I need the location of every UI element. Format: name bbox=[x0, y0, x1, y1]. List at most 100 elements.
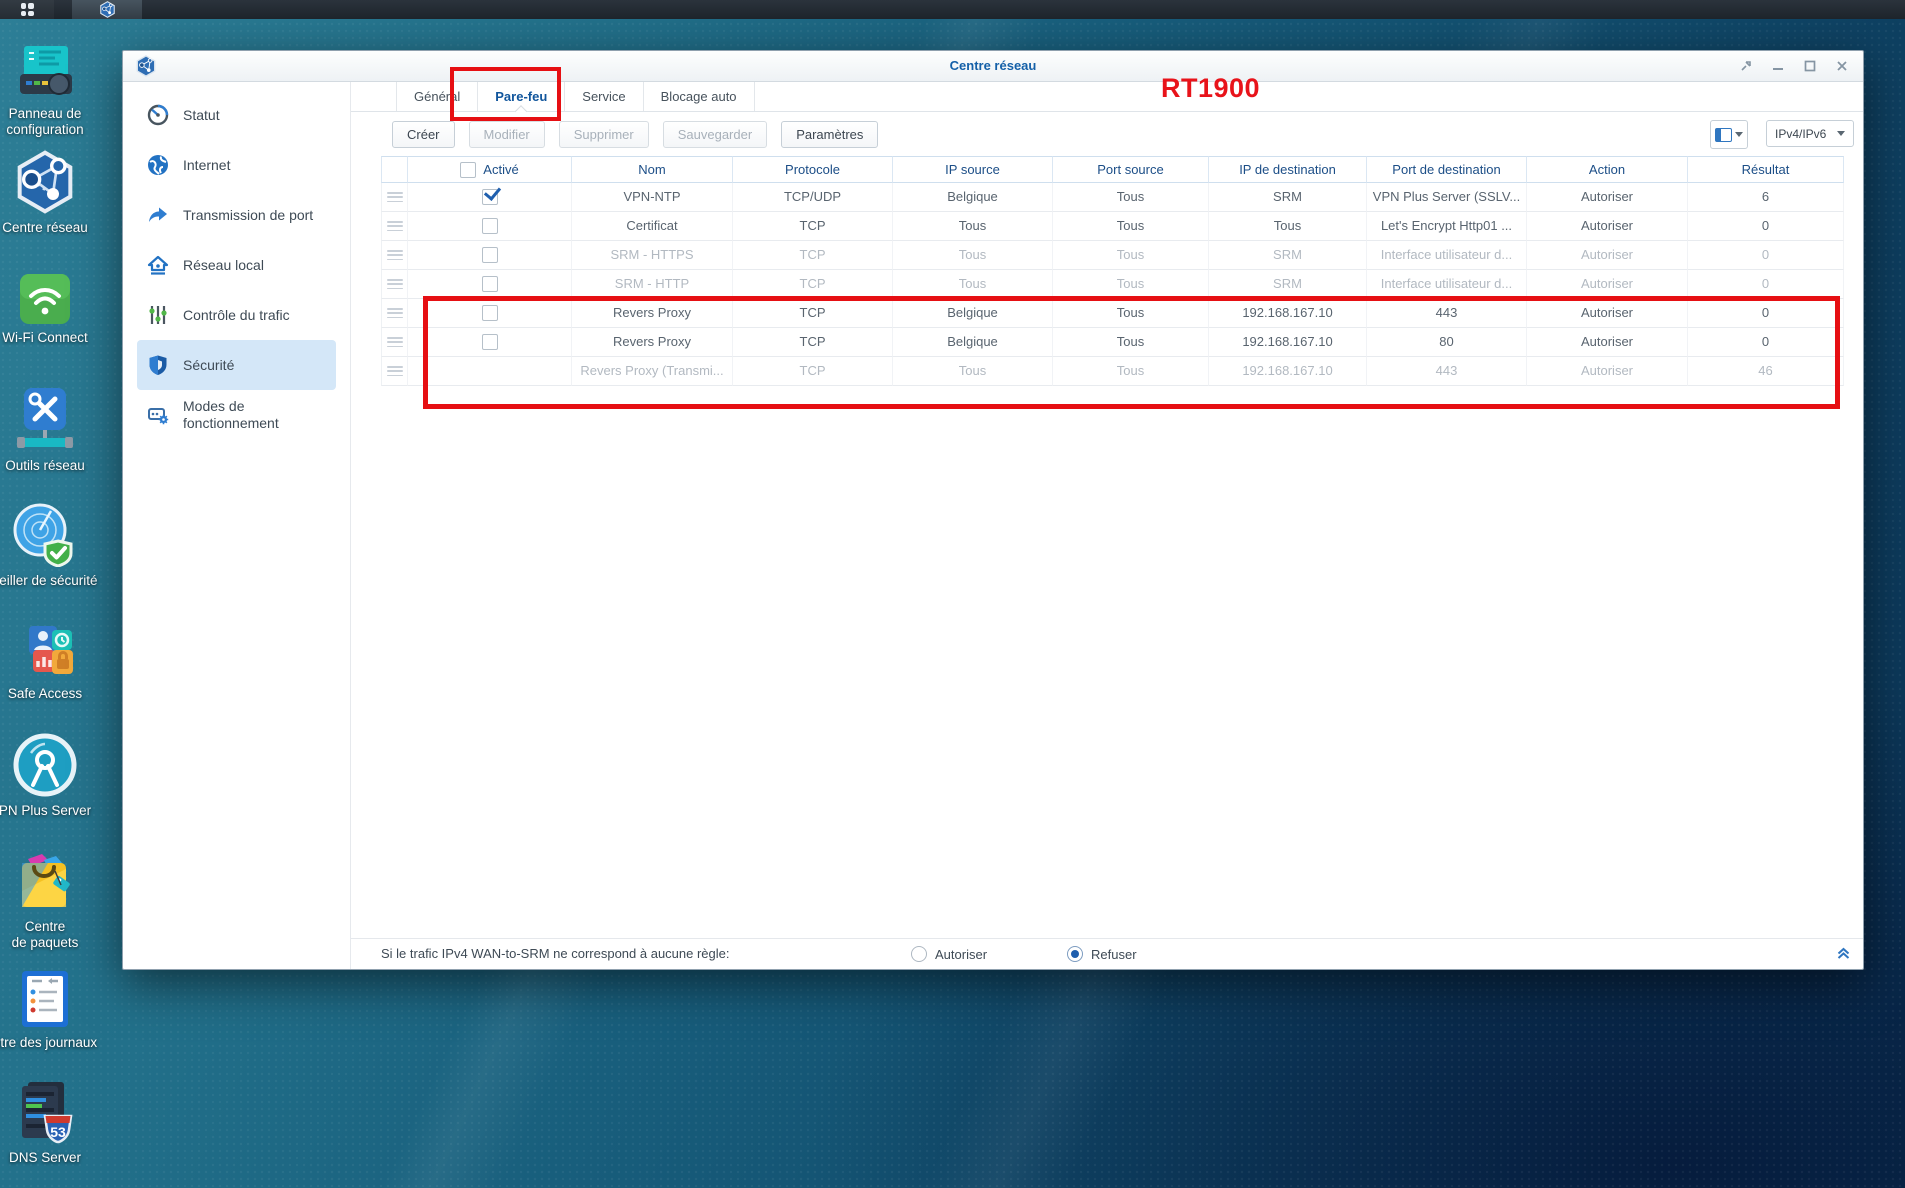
default-policy-footer: Si le trafic IPv4 WAN-to-SRM ne correspo… bbox=[351, 938, 1863, 969]
select-all-checkbox[interactable] bbox=[460, 161, 477, 178]
cell-active[interactable] bbox=[408, 270, 572, 299]
cell-protocole: TCP bbox=[733, 212, 893, 241]
desktop-icon-outils-reseau[interactable]: Outils réseau bbox=[0, 388, 106, 474]
column-settings-button[interactable] bbox=[1710, 120, 1748, 149]
supprimer-button[interactable]: Supprimer bbox=[558, 120, 649, 148]
cell-port-destination: Let's Encrypt Http01 ... bbox=[1367, 212, 1527, 241]
tab-service[interactable]: Service bbox=[564, 82, 642, 111]
column-header-active[interactable]: Activé bbox=[408, 156, 572, 183]
column-header-port-source[interactable]: Port source bbox=[1053, 156, 1209, 183]
cell-active[interactable] bbox=[408, 299, 572, 328]
table-row[interactable]: Revers Proxy TCP Belgique Tous 192.168.1… bbox=[381, 328, 1844, 357]
sidebar-item-label: Modes de fonctionnement bbox=[183, 398, 279, 431]
column-header-resultat[interactable]: Résultat bbox=[1688, 156, 1844, 183]
table-row[interactable]: Revers Proxy (Transmi... TCP Tous Tous 1… bbox=[381, 357, 1844, 386]
drag-handle-icon bbox=[386, 337, 403, 347]
desktop-icon-panneau-de-configuration[interactable]: Panneau de configuration bbox=[0, 44, 106, 138]
pin-icon[interactable] bbox=[1737, 57, 1755, 75]
cell-ip-source: Tous bbox=[893, 241, 1053, 270]
rule-checkbox[interactable] bbox=[481, 247, 498, 263]
table-row[interactable]: SRM - HTTPS TCP Tous Tous SRM Interface … bbox=[381, 241, 1844, 270]
taskbar-active-app-centre-reseau[interactable] bbox=[72, 0, 142, 19]
column-header-nom[interactable]: Nom bbox=[572, 156, 733, 183]
rule-checkbox[interactable] bbox=[481, 334, 498, 350]
cell-port-destination: Interface utilisateur d... bbox=[1367, 270, 1527, 299]
network-center-window: Centre réseau Statut Internet Transmissi… bbox=[122, 50, 1864, 970]
ip-version-select[interactable]: IPv4/IPv6 bbox=[1766, 120, 1854, 147]
desktop-icon-wifi-connect[interactable]: Wi-Fi Connect bbox=[0, 274, 106, 346]
column-header-ip-source[interactable]: IP source bbox=[893, 156, 1053, 183]
collapse-chevrons-icon[interactable] bbox=[1836, 946, 1851, 964]
column-header-protocole[interactable]: Protocole bbox=[733, 156, 893, 183]
table-row[interactable]: SRM - HTTP TCP Tous Tous SRM Interface u… bbox=[381, 270, 1844, 299]
desktop-icon-conseiller-de-securite[interactable]: seiller de sécurité bbox=[0, 503, 106, 589]
cell-nom: VPN-NTP bbox=[572, 183, 733, 212]
titlebar[interactable]: Centre réseau bbox=[123, 51, 1863, 82]
desktop-icon-vpn-plus-server[interactable]: PN Plus Server bbox=[0, 733, 106, 819]
tab-general[interactable]: Général bbox=[396, 82, 477, 111]
cell-drag[interactable] bbox=[381, 270, 408, 299]
sidebar-item-internet[interactable]: Internet bbox=[137, 140, 336, 190]
cell-ip-source: Belgique bbox=[893, 183, 1053, 212]
cell-active[interactable] bbox=[408, 212, 572, 241]
show-applications-button[interactable] bbox=[0, 0, 54, 19]
cell-active[interactable] bbox=[408, 241, 572, 270]
cell-drag[interactable] bbox=[381, 357, 408, 386]
cell-port-destination: 443 bbox=[1367, 357, 1527, 386]
desktop-icon-centre-reseau[interactable]: Centre réseau bbox=[0, 150, 106, 236]
maximize-icon[interactable] bbox=[1801, 57, 1819, 75]
cell-active[interactable] bbox=[408, 328, 572, 357]
column-header-ip-destination[interactable]: IP de destination bbox=[1209, 156, 1367, 183]
sidebar-item-reseau-local[interactable]: Réseau local bbox=[137, 240, 336, 290]
table-row[interactable]: VPN-NTP TCP/UDP Belgique Tous SRM VPN Pl… bbox=[381, 183, 1844, 212]
table-row[interactable]: Certificat TCP Tous Tous Tous Let's Encr… bbox=[381, 212, 1844, 241]
cell-resultat: 0 bbox=[1688, 241, 1844, 270]
sidebar-item-modes-de-fonctionnement[interactable]: Modes de fonctionnement bbox=[137, 390, 336, 440]
cell-ip-destination: SRM bbox=[1209, 183, 1367, 212]
close-icon[interactable] bbox=[1833, 57, 1851, 75]
column-header-port-destination[interactable]: Port de destination bbox=[1367, 156, 1527, 183]
rule-checkbox[interactable] bbox=[481, 218, 498, 234]
cell-active[interactable] bbox=[408, 183, 572, 212]
rule-checkbox[interactable] bbox=[481, 276, 498, 292]
home-network-icon bbox=[147, 254, 169, 276]
sidebar-item-statut[interactable]: Statut bbox=[137, 90, 336, 140]
creer-button[interactable]: Créer bbox=[392, 120, 455, 148]
sidebar-item-label: Transmission de port bbox=[183, 206, 314, 223]
network-tools-icon bbox=[17, 388, 73, 448]
sidebar-item-securite[interactable]: Sécurité bbox=[137, 340, 336, 390]
sidebar-item-transmission-de-port[interactable]: Transmission de port bbox=[137, 190, 336, 240]
cell-drag[interactable] bbox=[381, 212, 408, 241]
cell-drag[interactable] bbox=[381, 328, 408, 357]
desktop-icon-label: Centre réseau bbox=[2, 220, 88, 235]
cell-nom: SRM - HTTP bbox=[572, 270, 733, 299]
desktop-icon-centre-de-paquets[interactable]: Centre de paquets bbox=[0, 851, 106, 951]
cell-action: Autoriser bbox=[1527, 212, 1688, 241]
radio-autoriser[interactable]: Autoriser bbox=[911, 939, 987, 969]
cell-action: Autoriser bbox=[1527, 328, 1688, 357]
desktop-icon-dns-server[interactable]: 53 DNS Server bbox=[0, 1080, 106, 1166]
modifier-button[interactable]: Modifier bbox=[468, 120, 545, 148]
tab-blocage-auto[interactable]: Blocage auto bbox=[642, 82, 755, 111]
rule-checkbox[interactable] bbox=[481, 189, 498, 205]
cell-drag[interactable] bbox=[381, 241, 408, 270]
rule-checkbox[interactable] bbox=[481, 305, 498, 321]
cell-active[interactable] bbox=[408, 357, 572, 386]
sidebar-item-controle-du-trafic[interactable]: Contrôle du trafic bbox=[137, 290, 336, 340]
desktop-icon-safe-access[interactable]: Safe Access bbox=[0, 624, 106, 702]
globe-icon bbox=[147, 154, 169, 176]
column-header-action[interactable]: Action bbox=[1527, 156, 1688, 183]
forward-arrow-icon bbox=[147, 204, 169, 226]
tab-pare-feu[interactable]: Pare-feu bbox=[477, 82, 564, 111]
table-row[interactable]: Revers Proxy TCP Belgique Tous 192.168.1… bbox=[381, 299, 1844, 328]
window-title: Centre réseau bbox=[949, 58, 1037, 73]
cell-drag[interactable] bbox=[381, 299, 408, 328]
sauvegarder-button[interactable]: Sauvegarder bbox=[662, 120, 768, 148]
radio-refuser[interactable]: Refuser bbox=[1067, 939, 1137, 969]
desktop-icon-centre-des-journaux[interactable]: ntre des journaux bbox=[0, 969, 106, 1051]
cell-drag[interactable] bbox=[381, 183, 408, 212]
minimize-icon[interactable] bbox=[1769, 57, 1787, 75]
cell-action: Autoriser bbox=[1527, 183, 1688, 212]
cell-resultat: 0 bbox=[1688, 328, 1844, 357]
parametres-button[interactable]: Paramètres bbox=[781, 120, 879, 148]
